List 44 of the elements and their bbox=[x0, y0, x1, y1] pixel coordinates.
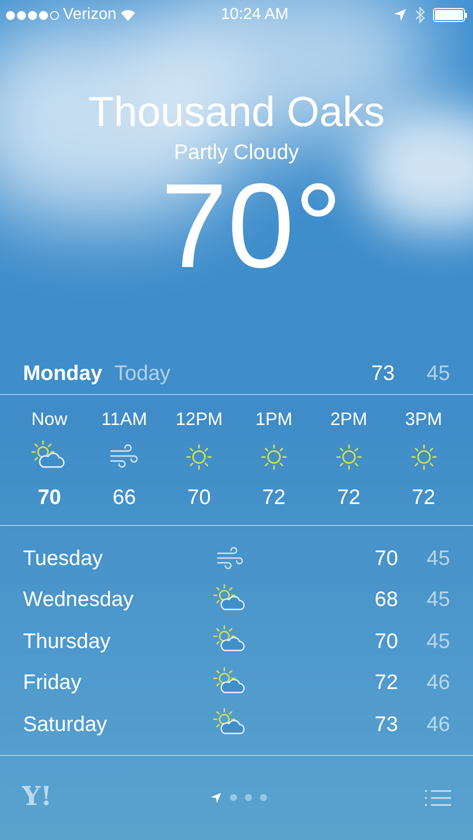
hour-label: Now bbox=[31, 408, 68, 431]
signal-icon bbox=[6, 10, 59, 20]
hour-label: 11AM bbox=[101, 408, 148, 431]
hour-temperature: 66 bbox=[112, 485, 136, 511]
low-temperature: 46 bbox=[426, 670, 450, 696]
low-temperature: 45 bbox=[426, 628, 450, 655]
hour-label: 12PM bbox=[176, 408, 223, 431]
carrier-name: Verizon bbox=[63, 5, 116, 25]
day-name: Tuesday bbox=[23, 546, 104, 572]
battery-icon bbox=[432, 8, 467, 22]
high-temperature: 72 bbox=[374, 670, 398, 696]
low-temperature: 45 bbox=[426, 361, 450, 388]
low-temperature: 45 bbox=[426, 546, 450, 572]
city-name: Thousand Oaks bbox=[88, 88, 385, 136]
hour-label: 2PM bbox=[330, 408, 368, 431]
low-temperature: 46 bbox=[426, 712, 450, 738]
high-temperature: 70 bbox=[374, 628, 398, 655]
current-temperature: 70° bbox=[160, 166, 342, 286]
high-temperature: 73 bbox=[374, 712, 398, 738]
hour-temperature: 70 bbox=[187, 485, 211, 511]
day-name: Thursday bbox=[23, 628, 112, 655]
day-name: Saturday bbox=[23, 712, 108, 738]
hour-temperature: 70 bbox=[38, 485, 62, 511]
today-label: Today bbox=[114, 361, 170, 388]
hour-label: 1PM bbox=[255, 408, 292, 431]
hour-temperature: 72 bbox=[337, 485, 360, 511]
low-temperature: 45 bbox=[426, 587, 450, 614]
wifi-icon bbox=[120, 8, 136, 22]
hour-temperature: 72 bbox=[262, 485, 286, 511]
high-temperature: 68 bbox=[374, 587, 398, 614]
location-arrow-icon bbox=[210, 792, 222, 804]
clock-time: 10:24 AM bbox=[220, 5, 288, 25]
hour-temperature: 72 bbox=[412, 485, 436, 511]
day-name: Wednesday bbox=[23, 587, 135, 614]
weather-condition: Partly Cloudy bbox=[174, 140, 299, 166]
yahoo-logo[interactable]: Y! bbox=[22, 778, 52, 818]
high-temperature: 70 bbox=[374, 546, 398, 572]
list-icon[interactable] bbox=[424, 788, 451, 808]
day-name: Friday bbox=[23, 670, 82, 696]
day-name: Monday bbox=[23, 361, 102, 388]
bluetooth-icon bbox=[414, 6, 425, 24]
high-temperature: 73 bbox=[371, 361, 395, 388]
hour-label: 3PM bbox=[405, 408, 442, 431]
location-arrow-icon bbox=[392, 8, 407, 22]
